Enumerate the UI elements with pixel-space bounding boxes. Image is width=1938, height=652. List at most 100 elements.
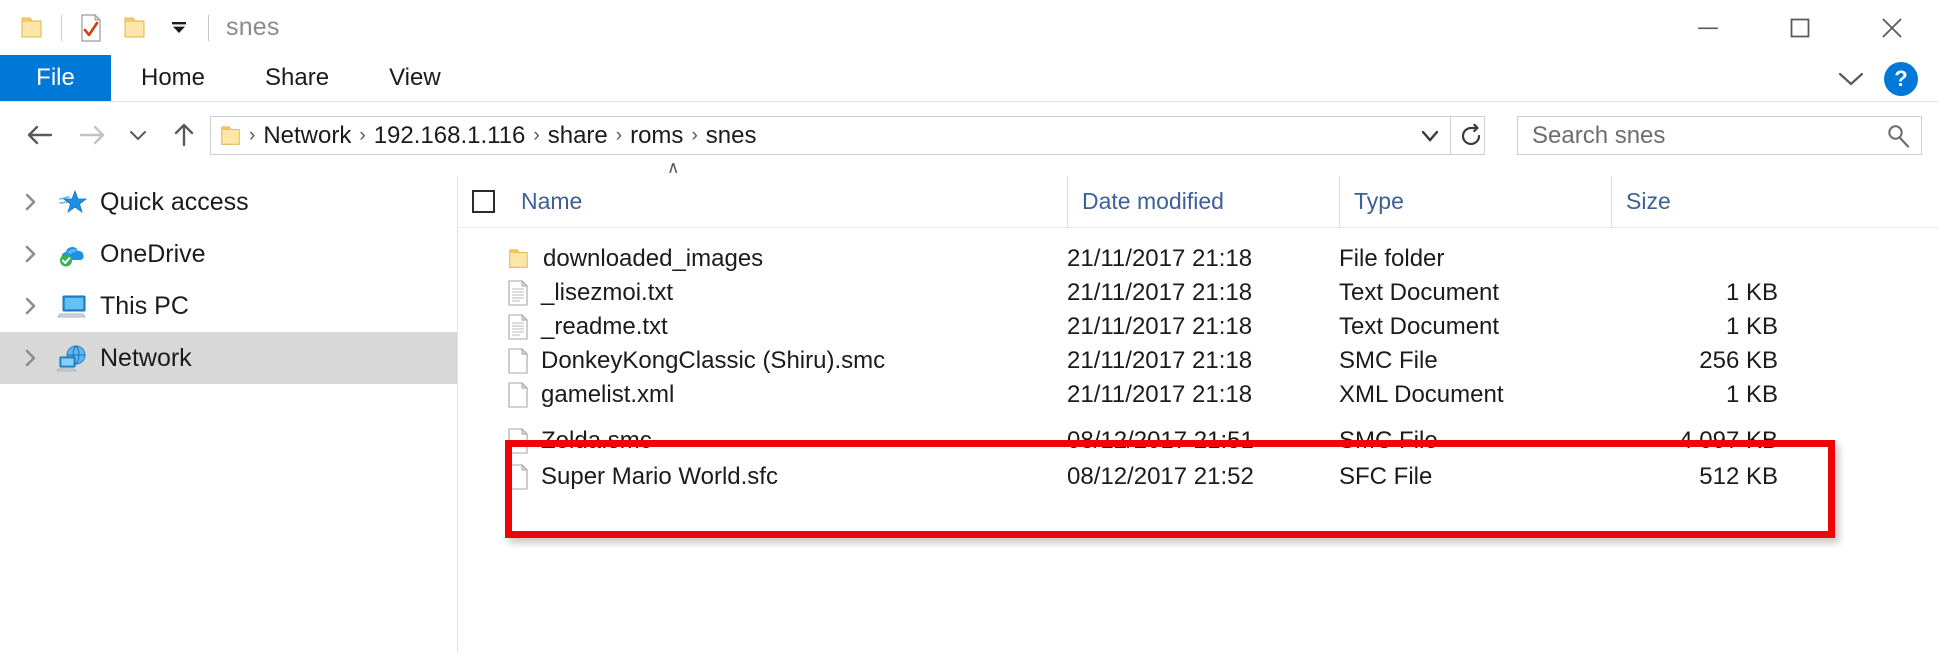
search-icon[interactable] bbox=[1885, 123, 1911, 149]
column-header-size[interactable]: Size bbox=[1611, 175, 1796, 228]
file-size: 1 KB bbox=[1725, 313, 1778, 340]
file-date: 21/11/2017 21:18 bbox=[1067, 347, 1253, 374]
sidebar-item-onedrive[interactable]: OneDrive bbox=[0, 228, 457, 280]
file-type: SFC File bbox=[1339, 463, 1433, 490]
table-row[interactable]: downloaded_images 21/11/2017 21:18 File … bbox=[459, 242, 1938, 276]
toolbar-separator bbox=[61, 14, 62, 41]
chevron-right-icon[interactable] bbox=[12, 244, 50, 264]
file-name-cell[interactable]: Zelda.smc bbox=[459, 427, 1067, 455]
file-name: gamelist.xml bbox=[541, 381, 675, 408]
network-icon bbox=[50, 344, 96, 372]
file-name: _lisezmoi.txt bbox=[541, 279, 674, 306]
tab-share[interactable]: Share bbox=[235, 55, 359, 101]
breadcrumb-item-snes[interactable]: snes bbox=[700, 122, 763, 150]
table-row[interactable]: gamelist.xml 21/11/2017 21:18 XML Docume… bbox=[459, 378, 1938, 412]
file-date: 21/11/2017 21:18 bbox=[1067, 245, 1253, 272]
file-name: Zelda.smc bbox=[541, 427, 652, 454]
breadcrumb-item-roms[interactable]: roms bbox=[624, 122, 689, 150]
file-date: 08/12/2017 21:51 bbox=[1067, 427, 1254, 454]
folder-icon[interactable] bbox=[10, 6, 54, 50]
maximize-button[interactable] bbox=[1754, 0, 1846, 55]
breadcrumb-item-share[interactable]: share bbox=[542, 122, 614, 150]
address-field[interactable]: › Network › 192.168.1.116 › share › roms… bbox=[210, 116, 1485, 155]
search-box[interactable]: Search snes bbox=[1517, 116, 1922, 155]
breadcrumb-item-network[interactable]: Network bbox=[257, 122, 357, 150]
file-type: Text Document bbox=[1339, 279, 1500, 306]
window-title: snes bbox=[226, 13, 280, 41]
sidebar-item-quick-access[interactable]: Quick access bbox=[0, 176, 457, 228]
breadcrumb-item-host[interactable]: 192.168.1.116 bbox=[368, 122, 532, 150]
file-name-cell[interactable]: downloaded_images bbox=[459, 245, 1067, 273]
sidebar-item-this-pc[interactable]: This PC bbox=[0, 280, 457, 332]
ribbon-tab-strip: File Home Share View ? bbox=[0, 55, 1938, 102]
help-button[interactable]: ? bbox=[1884, 61, 1918, 96]
column-header-label: Type bbox=[1354, 188, 1404, 214]
table-row[interactable]: Super Mario World.sfc 08/12/2017 21:52 S… bbox=[459, 460, 1938, 494]
column-header-name[interactable]: Name ∧ bbox=[507, 158, 1067, 228]
table-row[interactable]: Zelda.smc 08/12/2017 21:51 SMC File 4 09… bbox=[459, 424, 1938, 458]
chevron-right-icon[interactable] bbox=[12, 192, 50, 212]
file-size: 1 KB bbox=[1725, 381, 1778, 408]
refresh-icon[interactable] bbox=[1451, 116, 1491, 155]
tab-view[interactable]: View bbox=[359, 55, 471, 101]
customize-dropdown-icon[interactable] bbox=[157, 6, 201, 50]
breadcrumb: › Network › 192.168.1.116 › share › roms… bbox=[247, 122, 762, 150]
back-button[interactable] bbox=[14, 109, 66, 161]
table-row[interactable]: DonkeyKongClassic (Shiru).smc 21/11/2017… bbox=[459, 344, 1938, 378]
file-name-cell[interactable]: Super Mario World.sfc bbox=[459, 463, 1067, 491]
file-type: SMC File bbox=[1339, 347, 1438, 374]
previous-locations-chevron-icon[interactable] bbox=[1410, 116, 1450, 155]
file-name: downloaded_images bbox=[543, 245, 764, 272]
file-name: _readme.txt bbox=[541, 313, 668, 340]
file-list-pane: Name ∧ Date modified Type Size downloade… bbox=[459, 158, 1938, 652]
column-header-type[interactable]: Type bbox=[1339, 175, 1611, 228]
table-row[interactable]: _lisezmoi.txt 21/11/2017 21:18 Text Docu… bbox=[459, 276, 1938, 310]
generic-file-icon bbox=[507, 382, 529, 408]
text-document-icon bbox=[507, 314, 529, 340]
tab-home[interactable]: Home bbox=[111, 55, 235, 101]
title-bar: snes bbox=[0, 0, 1938, 55]
cloud-icon bbox=[50, 240, 96, 268]
star-icon bbox=[50, 188, 96, 216]
file-date: 21/11/2017 21:18 bbox=[1067, 381, 1253, 408]
close-button[interactable] bbox=[1846, 0, 1938, 55]
table-row[interactable]: _readme.txt 21/11/2017 21:18 Text Docume… bbox=[459, 310, 1938, 344]
ribbon-right-controls: ? bbox=[1836, 55, 1938, 102]
chevron-right-icon[interactable] bbox=[12, 296, 50, 316]
chevron-down-icon[interactable] bbox=[1836, 70, 1866, 88]
chevron-right-icon[interactable] bbox=[12, 348, 50, 368]
file-size: 256 KB bbox=[1699, 347, 1778, 374]
file-name-cell[interactable]: _readme.txt bbox=[459, 313, 1067, 341]
breadcrumb-separator: › bbox=[359, 124, 366, 146]
tab-file[interactable]: File bbox=[0, 55, 111, 101]
up-button[interactable] bbox=[158, 109, 210, 161]
file-name-cell[interactable]: DonkeyKongClassic (Shiru).smc bbox=[459, 347, 1067, 375]
new-folder-icon[interactable] bbox=[113, 6, 157, 50]
file-type: File folder bbox=[1339, 245, 1445, 272]
column-header-label: Name bbox=[521, 188, 583, 214]
breadcrumb-separator: › bbox=[691, 124, 698, 146]
breadcrumb-separator: › bbox=[615, 124, 623, 146]
file-name-cell[interactable]: gamelist.xml bbox=[459, 381, 1067, 409]
breadcrumb-separator: › bbox=[249, 124, 256, 146]
address-bar: › Network › 192.168.1.116 › share › roms… bbox=[0, 103, 1938, 167]
file-rows: downloaded_images 21/11/2017 21:18 File … bbox=[459, 228, 1938, 494]
select-all-checkbox[interactable] bbox=[459, 190, 507, 213]
sidebar-item-label: Network bbox=[100, 343, 192, 372]
sidebar-item-label: OneDrive bbox=[100, 239, 206, 268]
breadcrumb-separator: › bbox=[533, 124, 540, 146]
file-size: 1 KB bbox=[1725, 279, 1778, 306]
row-gap bbox=[459, 412, 1938, 424]
file-name-cell[interactable]: _lisezmoi.txt bbox=[459, 279, 1067, 307]
navigation-sidebar: Quick access OneDrive This PC Network bbox=[0, 176, 458, 652]
file-type: XML Document bbox=[1339, 381, 1504, 408]
file-date: 08/12/2017 21:52 bbox=[1067, 463, 1254, 490]
file-date: 21/11/2017 21:18 bbox=[1067, 313, 1253, 340]
search-input[interactable]: Search snes bbox=[1532, 122, 1885, 150]
sidebar-item-network[interactable]: Network bbox=[0, 332, 457, 384]
minimize-button[interactable] bbox=[1662, 0, 1754, 55]
properties-icon[interactable] bbox=[69, 6, 113, 50]
generic-file-icon bbox=[507, 348, 529, 374]
column-header-date-modified[interactable]: Date modified bbox=[1067, 175, 1339, 228]
recent-locations-button[interactable] bbox=[118, 109, 158, 161]
